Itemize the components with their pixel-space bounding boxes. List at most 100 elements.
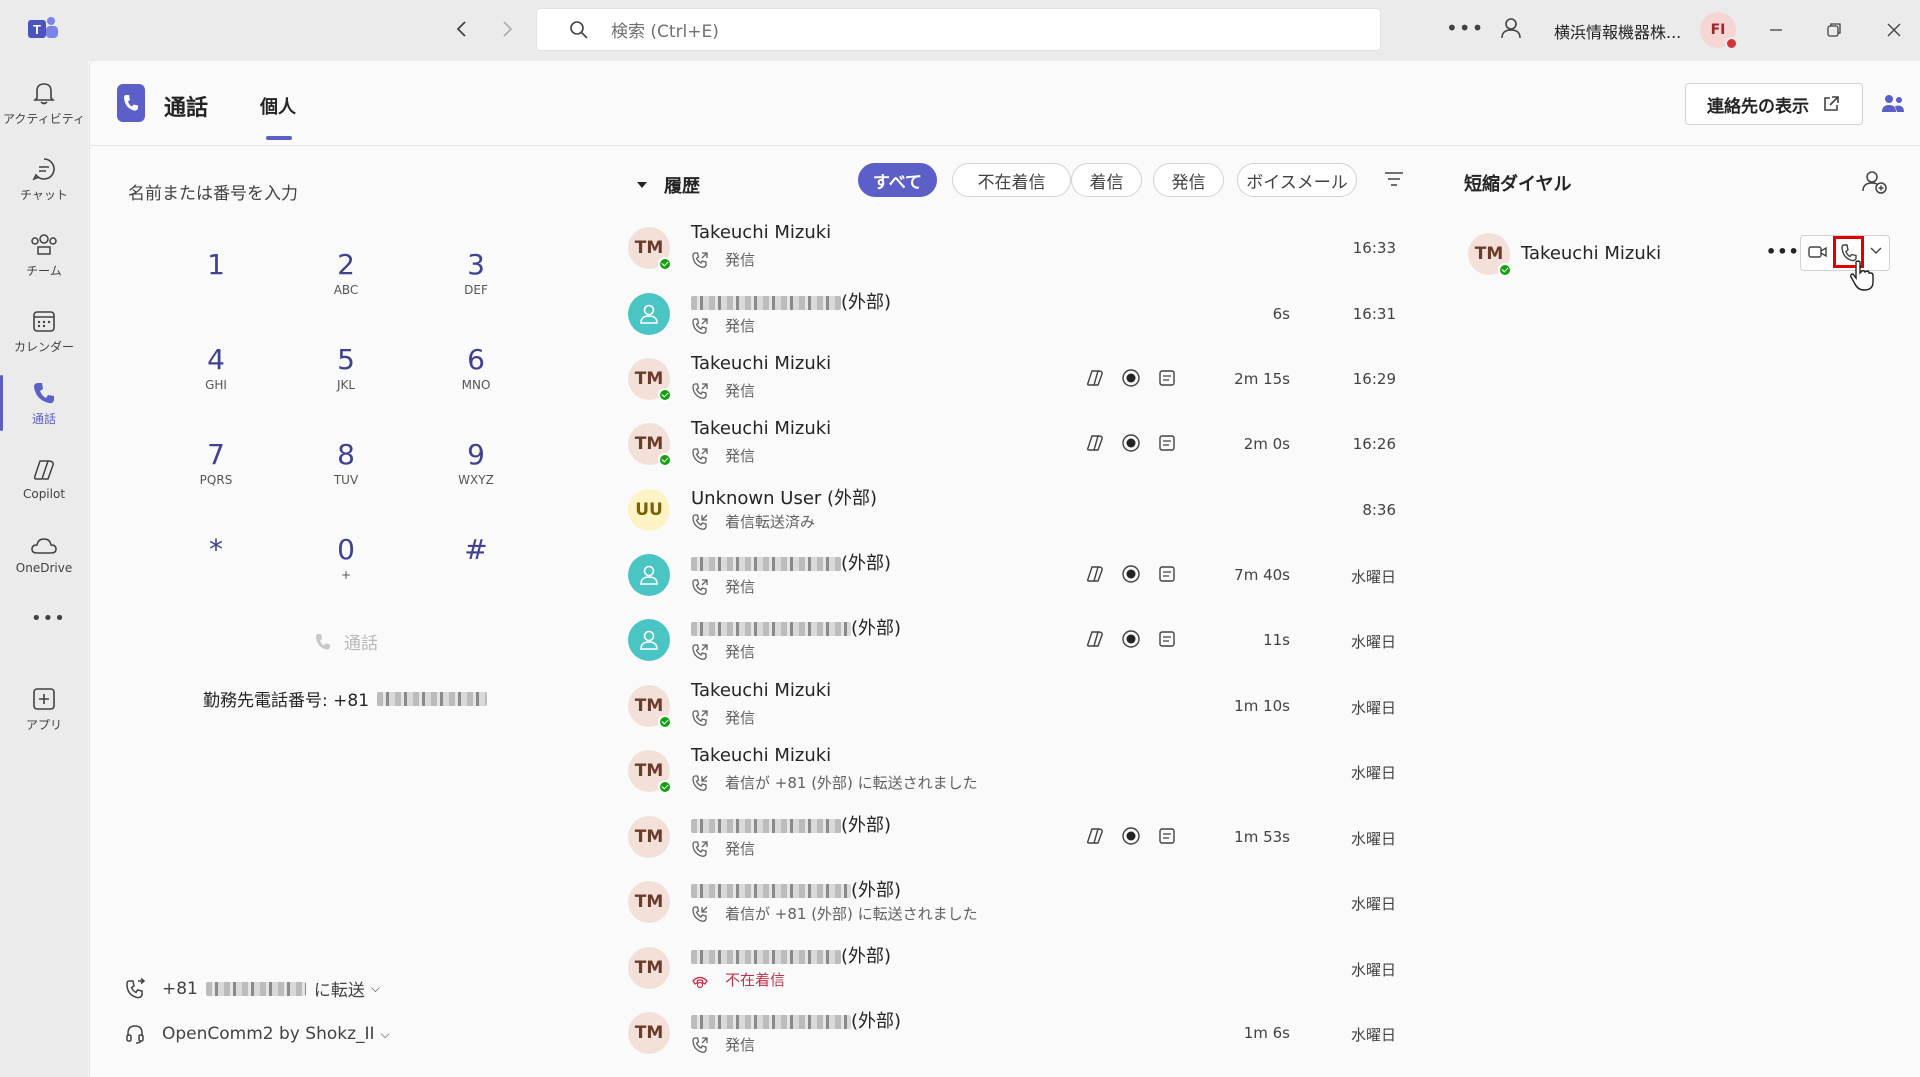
external-suffix: (外部) [841, 553, 892, 574]
contacts-pane-icon[interactable] [1880, 92, 1906, 116]
close-icon[interactable] [1884, 20, 1904, 40]
user-avatar[interactable]: FI [1700, 12, 1738, 50]
copilot-recap-icon[interactable] [1085, 826, 1105, 846]
dial-key-4[interactable]: 4 GHI [176, 343, 256, 392]
restore-icon[interactable] [1824, 20, 1844, 40]
filter-all[interactable]: すべて [858, 163, 937, 197]
show-contacts-button[interactable]: 連絡先の表示 [1685, 83, 1863, 125]
recording-icon[interactable] [1121, 826, 1141, 846]
caller-avatar: TM [628, 750, 672, 794]
bell-icon [33, 82, 55, 104]
history-row[interactable]: TM Takeuchi Mizuki 発信 16:33 [620, 215, 1410, 280]
rail-item-onedrive[interactable]: OneDrive [0, 519, 88, 591]
rail-item-calls[interactable]: 通話 [0, 367, 88, 439]
avatar-initials: UU [635, 500, 663, 520]
chevron-down-icon[interactable] [1869, 244, 1883, 258]
video-call-icon[interactable] [1807, 242, 1829, 262]
call-time: 水曜日 [1350, 633, 1396, 651]
transcript-icon[interactable] [1157, 368, 1177, 388]
people-settings-icon[interactable] [1498, 16, 1524, 42]
history-row[interactable]: TM (外部) 発信 1m 53s 水曜日 [620, 804, 1410, 869]
history-row[interactable]: (外部) 発信 6s 16:31 [620, 281, 1410, 346]
dial-key-0[interactable]: 0 + [306, 533, 386, 582]
available-status-icon [1498, 263, 1512, 277]
transcript-icon[interactable] [1157, 433, 1177, 453]
rail-item-chat[interactable]: チャット [0, 143, 88, 215]
rail-item-apps[interactable]: アプリ [0, 673, 88, 745]
history-row[interactable]: TM (外部) 発信 1m 6s 水曜日 [620, 1000, 1410, 1065]
rail-item-teams[interactable]: チーム [0, 219, 88, 291]
history-row[interactable]: TM (外部) 不在着信 水曜日 [620, 935, 1410, 1000]
rail-item-calendar[interactable]: カレンダー [0, 295, 88, 367]
dial-input[interactable]: 名前または番号を入力 [128, 179, 298, 204]
key-letters: JKL [336, 378, 356, 392]
call-type-label: 発信 [725, 643, 756, 661]
dial-key-7[interactable]: 7 PQRS [176, 438, 256, 487]
caller-avatar [628, 293, 670, 335]
avatar-initials: TM [634, 434, 664, 454]
transcript-icon[interactable] [1157, 826, 1177, 846]
call-button[interactable]: 通話 [314, 629, 378, 654]
history-header[interactable]: 履歴 [636, 172, 700, 198]
more-options-icon[interactable]: ••• [1766, 242, 1800, 261]
recording-icon[interactable] [1121, 368, 1141, 388]
speed-dial-contact[interactable]: TM Takeuchi Mizuki ••• [1460, 230, 1896, 291]
call-type-label: 不在着信 [725, 971, 786, 989]
back-arrow-icon[interactable] [452, 18, 472, 40]
history-row[interactable]: TM Takeuchi Mizuki 発信 1m 10s 水曜日 [620, 673, 1410, 738]
caller-name-text: Takeuchi Mizuki [691, 353, 832, 374]
filter-voicemail[interactable]: ボイスメール [1237, 163, 1357, 197]
search-input[interactable]: 検索 (Ctrl+E) [536, 8, 1381, 51]
forward-arrow-icon[interactable] [497, 18, 517, 40]
call-time: 16:29 [1352, 370, 1396, 388]
filter-incoming[interactable]: 着信 [1071, 163, 1142, 197]
org-name[interactable]: 横浜情報機器株... [1554, 19, 1681, 43]
filter-icon[interactable] [1383, 168, 1405, 190]
chat-icon [32, 157, 55, 181]
call-type: 着信転送済み [691, 511, 815, 532]
dial-key-1[interactable]: 1 [176, 248, 256, 283]
history-row[interactable]: TM (外部) 着信が +81 (外部) に転送されました 水曜日 [620, 869, 1410, 934]
history-row[interactable]: TM Takeuchi Mizuki 発信 2m 0s 16:26 [620, 411, 1410, 476]
key-number: 8 [337, 438, 355, 471]
dial-key-6[interactable]: 6 MNO [436, 343, 516, 392]
minimize-icon[interactable] [1766, 20, 1786, 40]
key-number: 4 [207, 343, 225, 376]
recording-icon[interactable] [1121, 629, 1141, 649]
copilot-recap-icon[interactable] [1085, 368, 1105, 388]
history-row[interactable]: TM Takeuchi Mizuki 着信が +81 (外部) に転送されました 水曜… [620, 738, 1410, 803]
rail-item-copilot[interactable]: Copilot [0, 443, 88, 515]
history-row[interactable]: TM Takeuchi Mizuki 発信 2m 15s 16:29 [620, 346, 1410, 411]
call-forward-setting[interactable]: +81 に転送 ⌵ [124, 976, 380, 1001]
dial-key-9[interactable]: 9 WXYZ [436, 438, 516, 487]
copilot-recap-icon[interactable] [1085, 433, 1105, 453]
recording-icon[interactable] [1121, 564, 1141, 584]
add-contact-icon[interactable] [1861, 169, 1887, 195]
history-row[interactable]: (外部) 発信 11s 水曜日 [620, 607, 1410, 672]
dial-key-5[interactable]: 5 JKL [306, 343, 386, 392]
history-row[interactable]: (外部) 発信 7m 40s 水曜日 [620, 542, 1410, 607]
transcript-icon[interactable] [1157, 564, 1177, 584]
redacted-number [377, 691, 488, 706]
call-type: 不在着信 [691, 969, 785, 990]
page-title: 通話 [164, 96, 209, 121]
dial-key-8[interactable]: 8 TUV [306, 438, 386, 487]
filter-missed[interactable]: 不在着信 [952, 163, 1071, 197]
rail-item-label: Copilot [22, 487, 66, 501]
dial-key-3[interactable]: 3 DEF [436, 248, 516, 297]
dial-key-2[interactable]: 2 ABC [306, 248, 386, 297]
audio-device-setting[interactable]: OpenComm2 by Shokz_II ⌵ [124, 1023, 390, 1045]
rail-item-activity[interactable]: アクティビティ [0, 67, 88, 139]
history-row[interactable]: UU Unknown User (外部) 着信転送済み 8:36 [620, 477, 1410, 542]
copilot-recap-icon[interactable] [1085, 629, 1105, 649]
recording-icon[interactable] [1121, 433, 1141, 453]
more-options-icon[interactable]: ••• [1446, 16, 1484, 40]
tab-personal[interactable]: 個人 [260, 93, 296, 119]
dial-key-hash[interactable]: # [436, 533, 516, 568]
copilot-recap-icon[interactable] [1085, 564, 1105, 584]
key-number: 3 [467, 248, 485, 281]
dial-key-star[interactable]: * [176, 533, 256, 568]
transcript-icon[interactable] [1157, 629, 1177, 649]
more-apps-icon[interactable]: ••• [31, 608, 66, 629]
filter-outgoing[interactable]: 発信 [1153, 163, 1224, 197]
